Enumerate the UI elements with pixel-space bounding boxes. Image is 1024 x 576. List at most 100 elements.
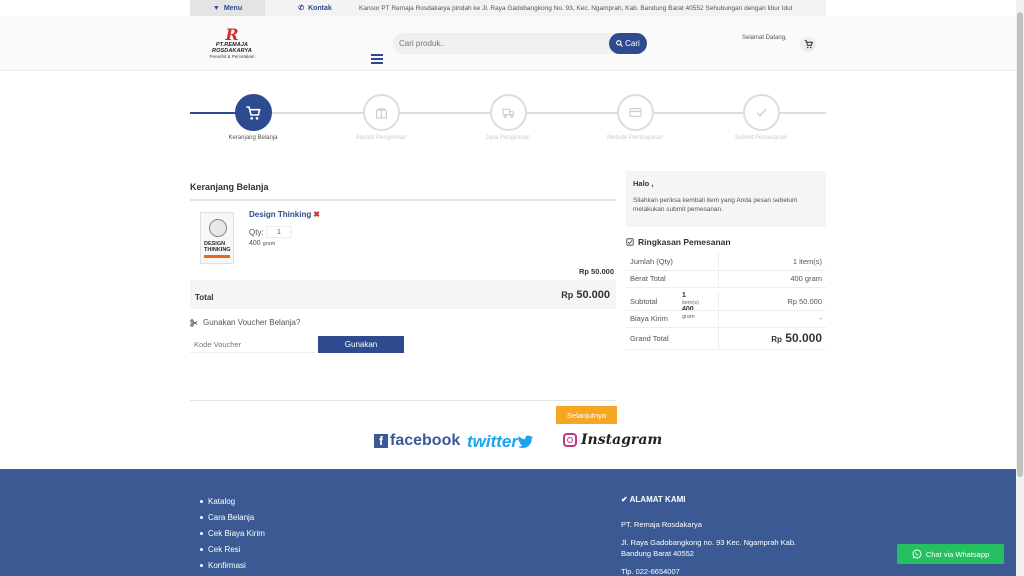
summary-row-subtotal: Subtotal Rp 50.000 bbox=[626, 293, 826, 311]
step-submit-pemesanan: Submit Pemesanan bbox=[721, 94, 801, 142]
summary-title: Ringkasan Pemesanan bbox=[626, 237, 731, 247]
summary-row-grand-total: Grand Total Rp 50.000 bbox=[626, 327, 826, 350]
phone-icon: ✆ bbox=[298, 5, 305, 12]
credit-card-icon bbox=[629, 108, 641, 117]
cart-item-title: Design Thinking ✖ bbox=[249, 210, 320, 219]
company-address: Jl. Raya Gadobangkong no. 93 Kec. Ngampr… bbox=[621, 538, 797, 558]
footer-link-katalog[interactable]: Katalog bbox=[200, 493, 265, 509]
book-cover-image[interactable]: DESIGN THINKING bbox=[200, 212, 234, 264]
instagram-label: Instagram bbox=[581, 432, 663, 448]
step-circle bbox=[362, 94, 400, 131]
kontak-button[interactable]: ✆ Kontak bbox=[275, 0, 355, 16]
footer-links: Katalog Cara Belanja Cek Biaya Kirim Cek… bbox=[200, 493, 265, 573]
menu-button[interactable]: ▼ Menu bbox=[190, 0, 265, 16]
item-weight: 400 gram bbox=[249, 240, 275, 247]
check-icon: ✔ bbox=[621, 495, 628, 504]
total-row: Total 1 item(s) 400 gram Rp 50.000 bbox=[190, 280, 699, 320]
voucher-label: Gunakan Voucher Belanja? bbox=[190, 318, 300, 327]
scissors-icon bbox=[190, 318, 198, 327]
twitter-link[interactable]: twitter bbox=[467, 432, 534, 452]
step-label: Alamat Pengiriman bbox=[355, 135, 407, 141]
bottom-divider bbox=[190, 400, 616, 401]
search-bar: Cari bbox=[393, 33, 647, 54]
section-divider bbox=[190, 199, 616, 201]
footer-link-cek-biaya-kirim[interactable]: Cek Biaya Kirim bbox=[200, 525, 265, 541]
footer-link-label: Cek Biaya Kirim bbox=[208, 528, 265, 538]
twitter-label: twitter bbox=[467, 432, 518, 451]
company-name: PT. Remaja Rosdakarya bbox=[621, 520, 702, 529]
summary-label: Grand Total bbox=[626, 327, 719, 350]
greeting-panel: Halo , Silahkan periksa kembali item yan… bbox=[626, 171, 826, 227]
total-currency: Rp bbox=[561, 290, 574, 300]
step-jasa-pengiriman: Jasa Pengiriman bbox=[468, 94, 548, 142]
apply-voucher-button[interactable]: Gunakan bbox=[318, 336, 404, 353]
check-square-icon bbox=[626, 238, 634, 246]
scrollbar-thumb[interactable] bbox=[1017, 12, 1023, 477]
search-icon bbox=[616, 40, 624, 47]
footer-link-konfirmasi[interactable]: Konfirmasi bbox=[200, 557, 265, 573]
step-label: Jasa Pengiriman bbox=[485, 135, 531, 141]
whatsapp-button-label: Chat via Whatsapp bbox=[925, 549, 990, 559]
top-bar: ▼ Menu ✆ Kontak Kansor PT Remaja Rosdaka… bbox=[190, 0, 826, 16]
item-price: Rp 50.000 bbox=[578, 267, 614, 276]
total-amount-value: 50.000 bbox=[576, 289, 610, 301]
footer-link-label: Katalog bbox=[208, 496, 236, 506]
summary-row-berat: Berat Total 400 gram bbox=[626, 270, 826, 288]
summary-value: 400 gram bbox=[718, 270, 826, 288]
chevron-down-icon: ▼ bbox=[212, 4, 220, 12]
hamburger-menu-icon[interactable] bbox=[371, 54, 383, 64]
voucher-label-text: Gunakan Voucher Belanja? bbox=[203, 318, 301, 327]
bullet-icon bbox=[200, 563, 203, 567]
step-metode-pembayaran: Metode Pembayaran bbox=[595, 94, 675, 142]
site-footer: Katalog Cara Belanja Cek Biaya Kirim Cek… bbox=[0, 469, 1016, 576]
greeting-panel-title: Halo , bbox=[633, 179, 654, 188]
check-icon bbox=[756, 108, 766, 117]
instagram-link[interactable]: Instagram bbox=[563, 432, 662, 448]
address-title: ✔ ALAMAT KAMI bbox=[621, 495, 685, 504]
bullet-icon bbox=[200, 515, 203, 519]
footer-link-cara-belanja[interactable]: Cara Belanja bbox=[200, 509, 265, 525]
facebook-label: facebook bbox=[390, 432, 461, 449]
page-scrollbar[interactable] bbox=[1016, 0, 1024, 576]
summary-value: Rp 50.000 bbox=[718, 293, 826, 311]
book-cover-title: DESIGN THINKING bbox=[204, 241, 231, 253]
search-input[interactable] bbox=[399, 33, 599, 54]
instagram-icon bbox=[563, 433, 577, 447]
header-cart-button[interactable] bbox=[800, 36, 816, 52]
item-weight-unit: gram bbox=[262, 241, 276, 247]
order-summary-table: Jumlah (Qty) 1 item(s) Berat Total 400 g… bbox=[626, 253, 826, 350]
qty-label: Qty: bbox=[249, 228, 264, 237]
facebook-link[interactable]: f facebook bbox=[374, 432, 460, 450]
qty-input[interactable]: 1 bbox=[266, 226, 292, 238]
footer-link-label: Cara Belanja bbox=[208, 512, 255, 522]
bullet-icon bbox=[200, 531, 203, 535]
total-amount: Rp 50.000 bbox=[561, 289, 610, 301]
company-phone: Tlp. 022-6654007 bbox=[621, 567, 680, 576]
menu-label: Menu bbox=[223, 4, 243, 12]
step-circle bbox=[616, 94, 654, 131]
whatsapp-chat-button[interactable]: Chat via Whatsapp bbox=[897, 544, 1004, 564]
summary-value: 1 item(s) bbox=[718, 253, 826, 271]
summary-row-biaya-kirim: Biaya Kirim - bbox=[626, 310, 826, 328]
bullet-icon bbox=[200, 547, 203, 551]
step-circle bbox=[742, 94, 780, 131]
announcement-marquee: Kansor PT Remaja Rosdakarya pindah ke Jl… bbox=[359, 4, 793, 12]
summary-row-jumlah: Jumlah (Qty) 1 item(s) bbox=[626, 253, 826, 271]
next-button[interactable]: Selanjutnya bbox=[556, 406, 617, 424]
kontak-label: Kontak bbox=[308, 4, 332, 12]
cart-icon bbox=[246, 105, 261, 120]
summary-label: Jumlah (Qty) bbox=[626, 253, 719, 271]
grand-total-value: Rp 50.000 bbox=[718, 327, 826, 350]
voucher-code-input[interactable] bbox=[190, 336, 316, 353]
step-keranjang-belanja: Keranjang Belanja bbox=[213, 94, 293, 142]
cart-item-link[interactable]: Design Thinking bbox=[249, 210, 311, 219]
greeting-text: Selamat Datang, bbox=[742, 35, 787, 41]
footer-link-cek-resi[interactable]: Cek Resi bbox=[200, 541, 265, 557]
search-button[interactable]: Cari bbox=[609, 33, 647, 54]
gift-icon bbox=[375, 108, 387, 119]
item-weight-value: 400 bbox=[249, 240, 261, 247]
facebook-icon: f bbox=[374, 434, 388, 448]
book-cover-stripe bbox=[204, 255, 230, 258]
remove-item-icon[interactable]: ✖ bbox=[313, 210, 320, 219]
site-logo[interactable]: R PT.REMAJA ROSDAKARYA Penerbit & Percet… bbox=[196, 27, 268, 62]
